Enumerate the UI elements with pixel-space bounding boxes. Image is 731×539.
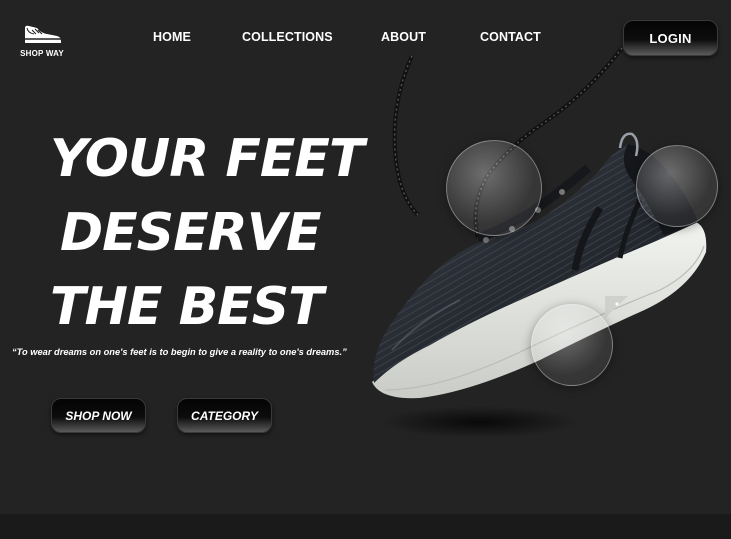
hero-sneaker-image — [372, 46, 707, 438]
category-button[interactable]: CATEGORY — [177, 398, 272, 433]
glass-circle-decoration — [446, 140, 542, 236]
hero-title: YOUR FEET DESERVE THE BEST — [50, 122, 364, 344]
hero-title-line-2: DESERVE — [60, 203, 321, 263]
shop-now-button[interactable]: SHOP NOW — [51, 398, 146, 433]
glass-circle-decoration — [636, 145, 718, 227]
landing-page: SHOP WAY HOME COLLECTIONS ABOUT CONTACT … — [0, 0, 731, 514]
glass-circle-decoration — [531, 304, 613, 386]
nav-collections[interactable]: COLLECTIONS — [242, 30, 333, 44]
hero-quote: “To wear dreams on one's feet is to begi… — [12, 347, 347, 357]
nav-home[interactable]: HOME — [153, 30, 191, 44]
hero-title-line-1: YOUR FEET — [50, 129, 364, 189]
brand-name: SHOP WAY — [20, 49, 64, 58]
hero-title-line-3: THE BEST — [50, 277, 324, 337]
page-footer-strip — [0, 514, 731, 539]
